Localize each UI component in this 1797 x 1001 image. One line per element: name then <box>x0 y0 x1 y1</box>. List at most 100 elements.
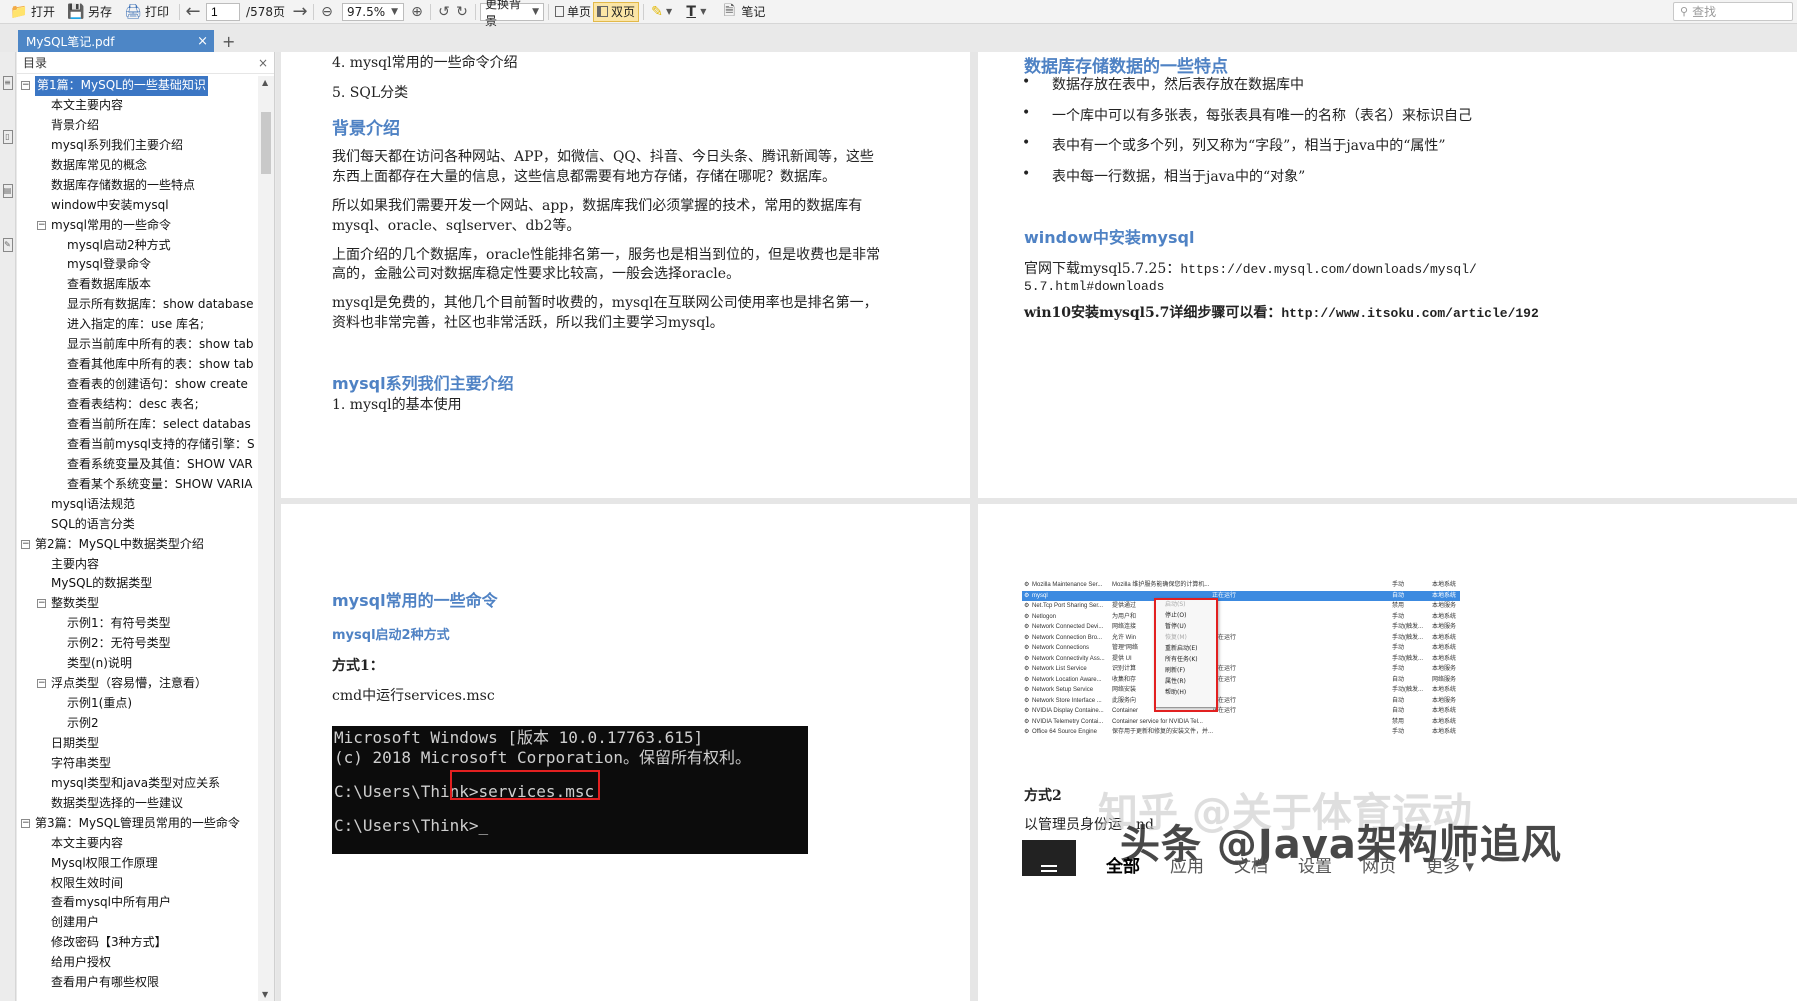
outline-item[interactable]: 查看某个系统变量：SHOW VARIA <box>17 475 257 495</box>
highlighter-icon[interactable]: ✎ <box>648 4 666 20</box>
outline-item[interactable]: 日期类型 <box>17 734 257 754</box>
arrow-left-icon[interactable]: ← <box>184 1 202 22</box>
outline-item[interactable]: 数据类型选择的一些建议 <box>17 794 257 814</box>
scrollbar-thumb[interactable] <box>261 112 271 174</box>
service-row[interactable]: ⚙ Network Connectivity Ass... 提供 UI 手动(触发..… <box>1022 654 1460 665</box>
outline-item[interactable]: 查看表结构：desc 表名; <box>17 395 257 415</box>
outline-item[interactable]: 示例1：有符号类型 <box>17 614 257 634</box>
outline-item[interactable]: mysql启动2种方式 <box>17 236 257 256</box>
tab-document[interactable]: MySQL笔记.pdf × <box>18 30 214 52</box>
sidebar-scrollbar[interactable]: ▲ ▼ <box>258 76 274 1001</box>
outline-item[interactable]: 查看其他库中所有的表：show tab <box>17 355 257 375</box>
outline-item[interactable]: 示例1(重点) <box>17 694 257 714</box>
print-button[interactable]: 🖨 打印 <box>118 2 175 22</box>
service-row[interactable]: ⚙ Network Connections 管理“网络 手动 本地系统 <box>1022 643 1460 654</box>
outline-item[interactable]: 创建用户 <box>17 913 257 933</box>
outline-item[interactable]: 查看当前mysql支持的存储引擎：S <box>17 435 257 455</box>
zoom-out-icon[interactable]: ⊖ <box>318 4 336 20</box>
service-row[interactable]: ⚙ Network List Service 识别计算 正在运行 手动 本地服务 <box>1022 664 1460 675</box>
outline-item[interactable]: 查看mysql中所有用户 <box>17 893 257 913</box>
outline-item[interactable]: 权限生效时间 <box>17 874 257 894</box>
outline-item[interactable]: 显示所有数据库：show database <box>17 295 257 315</box>
close-icon[interactable]: × <box>197 34 208 49</box>
outline-item[interactable]: − 第1篇：MySQL的一些基础知识 <box>17 76 257 96</box>
service-row[interactable]: ⚙ NVIDIA Telemetry Contai... Container ser… <box>1022 717 1460 728</box>
bookmark-icon[interactable]: ▯ <box>2 130 13 144</box>
collapse-toggle-icon[interactable]: − <box>37 599 46 609</box>
service-row[interactable]: ⚙ Network Setup Service 网络安装 手动(触发... 本地系统 <box>1022 685 1460 696</box>
outline-item[interactable]: 示例2 <box>17 714 257 734</box>
close-icon[interactable]: × <box>258 56 268 70</box>
outline-item[interactable]: mysql语法规范 <box>17 495 257 515</box>
outline-item[interactable]: − 整数类型 <box>17 594 257 614</box>
download-url[interactable]: https://dev.mysql.com/downloads/mysql/ <box>1180 262 1476 277</box>
scroll-down-icon[interactable]: ▼ <box>262 990 268 999</box>
menu-icon[interactable] <box>1022 840 1076 876</box>
outline-item[interactable]: 示例2：无符号类型 <box>17 634 257 654</box>
service-row[interactable]: ⚙ Net.Tcp Port Sharing Ser... 提供通过 禁用 本地服务 <box>1022 601 1460 612</box>
rotate-left-icon[interactable]: ↺ <box>435 4 453 20</box>
chevron-down-icon[interactable]: ▼ <box>700 7 706 16</box>
collapse-toggle-icon[interactable]: − <box>21 818 30 828</box>
document-viewer[interactable]: 4. mysql常用的一些命令介绍 5. SQL分类 背景介绍 我们每天都在访问… <box>276 52 1797 1001</box>
service-row[interactable]: ⚙ Network Store Interface ... 此服务向 正在运行 自动 本地… <box>1022 696 1460 707</box>
outline-item[interactable]: 数据库存储数据的一些特点 <box>17 176 257 196</box>
outline-item[interactable]: 本文主要内容 <box>17 834 257 854</box>
outline-item[interactable]: 进入指定的库：use 库名; <box>17 315 257 335</box>
service-row[interactable]: ⚙ Mozilla Maintenance Ser... Mozilla 维护服务能… <box>1022 580 1460 591</box>
background-select[interactable]: 更换背景 ▼ <box>480 0 544 28</box>
text-color-icon[interactable]: T <box>682 4 700 20</box>
outline-item[interactable]: 本文主要内容 <box>17 96 257 116</box>
arrow-right-icon[interactable]: → <box>291 1 309 22</box>
outline-item[interactable]: mysql类型和java类型对应关系 <box>17 774 257 794</box>
note-button[interactable]: 🗎 笔记 <box>714 2 771 22</box>
collapse-toggle-icon[interactable]: − <box>21 81 30 90</box>
win10-url[interactable]: http://www.itsoku.com/article/192 <box>1281 306 1538 321</box>
outline-item[interactable]: − 浮点类型（容易懵，注意看） <box>17 674 257 694</box>
outline-item[interactable]: 背景介绍 <box>17 116 257 136</box>
outline-item[interactable]: Mysql权限工作原理 <box>17 854 257 874</box>
double-page-button[interactable]: 双页 <box>593 1 640 22</box>
outline-item[interactable]: 类型(n)说明 <box>17 654 257 674</box>
outline-item[interactable]: MySQL的数据类型 <box>17 574 257 594</box>
zoom-select[interactable]: 97.5% ▼ <box>342 2 404 21</box>
outline-item[interactable]: 主要内容 <box>17 555 257 575</box>
outline-item[interactable]: 字符串类型 <box>17 754 257 774</box>
service-row[interactable]: ⚙ Network Location Aware... 收集和存 正在运行 自动 网络服务 <box>1022 675 1460 686</box>
download-line-2[interactable]: 5.7.html#downloads <box>1024 278 1164 296</box>
scroll-up-icon[interactable]: ▲ <box>262 78 268 87</box>
outline-item[interactable]: 查看表的创建语句：show create <box>17 375 257 395</box>
collapse-toggle-icon[interactable]: − <box>21 539 30 549</box>
outline-item[interactable]: window中安装mysql <box>17 196 257 216</box>
outline-icon[interactable]: ≡ <box>2 76 13 90</box>
outline-item[interactable]: 查看系统变量及其值：SHOW VAR <box>17 455 257 475</box>
outline-item[interactable]: 查看用户有哪些权限 <box>17 973 257 993</box>
search-input[interactable]: ⚲ 查找 <box>1673 2 1793 21</box>
outline-item[interactable]: SQL的语言分类 <box>17 515 257 535</box>
outline-item[interactable]: mysql登录命令 <box>17 255 257 275</box>
thumbnail-icon[interactable]: ▤ <box>2 184 13 198</box>
outline-item[interactable]: − 第2篇：MySQL中数据类型介绍 <box>17 535 257 555</box>
chevron-down-icon[interactable]: ▼ <box>666 7 672 16</box>
add-tab-button[interactable]: + <box>222 30 235 52</box>
collapse-toggle-icon[interactable]: − <box>37 679 46 689</box>
outline-item[interactable]: 显示当前库中所有的表：show tab <box>17 335 257 355</box>
page-number-input[interactable] <box>206 2 241 21</box>
zoom-in-icon[interactable]: ⊕ <box>408 4 426 20</box>
collapse-toggle-icon[interactable]: − <box>37 220 46 230</box>
annotation-icon[interactable]: ✎ <box>2 238 13 252</box>
open-button[interactable]: 📁 打开 <box>4 2 61 22</box>
service-row[interactable]: ⚙ NVIDIA Display Containe... Container 正在运行… <box>1022 706 1460 717</box>
service-row[interactable]: ⚙ Office 64 Source Engine 保存用于更新和修复的安装文件，并… <box>1022 727 1460 738</box>
outline-item[interactable]: − 第3篇：MySQL管理员常用的一些命令 <box>17 814 257 834</box>
single-page-button[interactable]: 单页 <box>553 2 593 22</box>
outline-item[interactable]: − mysql常用的一些命令 <box>17 216 257 236</box>
outline-item[interactable]: 查看数据库版本 <box>17 275 257 295</box>
service-row[interactable]: ⚙ Network Connection Bro... 允许 Win 正在运行 手动(触… <box>1022 633 1460 644</box>
outline-item[interactable]: 查看当前所在库：select databas <box>17 415 257 435</box>
outline-item[interactable]: 数据库常见的概念 <box>17 156 257 176</box>
outline-item[interactable]: 修改密码【3种方式】 <box>17 933 257 953</box>
rotate-right-icon[interactable]: ↻ <box>453 4 471 20</box>
save-as-button[interactable]: 💾 另存 <box>61 2 118 22</box>
outline-item[interactable]: mysql系列我们主要介绍 <box>17 136 257 156</box>
